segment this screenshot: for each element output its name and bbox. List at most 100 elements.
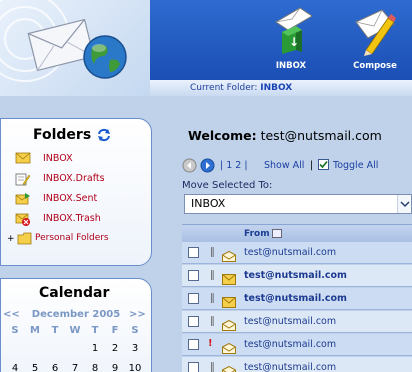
- separator: |: [310, 160, 314, 171]
- folder-icon: [17, 232, 32, 245]
- current-folder-value: INBOX: [260, 83, 293, 93]
- prev-page-icon[interactable]: [182, 158, 197, 173]
- calendar-day[interactable]: 4: [5, 363, 25, 372]
- weekday: S: [11, 325, 19, 336]
- message-row[interactable]: ∥ test@nutsmail.com: [182, 265, 412, 287]
- unread-envelope-icon: [222, 293, 236, 312]
- show-all-link[interactable]: Show All: [264, 160, 304, 171]
- header-toolbar: ↓ INBOX Compose: [150, 0, 412, 80]
- app-header: ↓ INBOX Compose Current Folder: INBOX: [0, 0, 412, 96]
- refresh-icon[interactable]: [97, 128, 111, 142]
- logo: [0, 0, 150, 96]
- calendar-day[interactable]: 8: [85, 363, 105, 372]
- calendar-day[interactable]: 2: [105, 343, 125, 354]
- toggle-all-link[interactable]: Toggle All: [333, 160, 378, 171]
- folder-label: INBOX.Sent: [43, 193, 98, 204]
- prev-month-button[interactable]: <<: [3, 309, 20, 320]
- weekday: S: [131, 325, 139, 336]
- attachment-icon: ∥: [210, 247, 215, 258]
- calendar-month-bar: << December 2005 >>: [1, 309, 151, 320]
- weekday: T: [91, 325, 99, 336]
- inbox-icon: ↓: [275, 7, 313, 54]
- message-sender[interactable]: test@nutsmail.com: [244, 247, 336, 258]
- folders-panel: Folders INBOX INBOX.Drafts INBOX.Sent IN…: [0, 118, 152, 266]
- welcome-user: test@nutsmail.com: [260, 128, 382, 143]
- from-column-header[interactable]: From: [244, 229, 270, 239]
- read-envelope-icon: [222, 316, 236, 335]
- attachment-icon: ∥: [210, 270, 215, 281]
- message-checkbox[interactable]: [188, 293, 199, 304]
- current-folder-bar: Current Folder: INBOX: [150, 80, 412, 96]
- unread-envelope-icon: [222, 270, 236, 289]
- message-checkbox[interactable]: [188, 339, 199, 350]
- message-sender[interactable]: test@nutsmail.com: [244, 293, 347, 304]
- priority-icon: !: [208, 338, 213, 349]
- calendar-month: December 2005: [31, 309, 121, 320]
- attachment-icon: ∥: [210, 293, 215, 304]
- envelope-icon: [15, 152, 31, 164]
- attachment-icon: ∥: [210, 316, 215, 327]
- next-page-icon[interactable]: [200, 158, 215, 173]
- calendar-panel: Calendar << December 2005 >> S M T W T F…: [0, 278, 152, 372]
- compose-icon: [355, 9, 396, 56]
- move-folder-value: INBOX: [191, 197, 226, 210]
- calendar-day[interactable]: 3: [125, 343, 145, 354]
- message-checkbox[interactable]: [188, 362, 199, 372]
- page-links[interactable]: | 1 2 |: [220, 160, 248, 171]
- weekday: W: [69, 325, 81, 336]
- message-row[interactable]: ∥ test@nutsmail.com: [182, 311, 412, 333]
- message-sender[interactable]: test@nutsmail.com: [244, 362, 336, 372]
- read-envelope-icon: [222, 362, 236, 372]
- toggle-all-checkbox[interactable]: [318, 159, 329, 170]
- compose-button-label: Compose: [353, 61, 397, 71]
- sort-icon[interactable]: [272, 229, 282, 238]
- compose-button[interactable]: Compose: [340, 6, 410, 76]
- calendar-weekdays: S M T W T F S: [5, 325, 145, 339]
- message-sender[interactable]: test@nutsmail.com: [244, 270, 347, 281]
- sent-icon: [15, 193, 30, 205]
- message-row[interactable]: ∥ test@nutsmail.com: [182, 357, 412, 372]
- drafts-icon: [15, 173, 31, 186]
- globe-icon: [83, 35, 127, 79]
- expand-icon[interactable]: +: [7, 234, 15, 244]
- table-header: From: [182, 224, 412, 242]
- check-icon: [319, 160, 328, 169]
- message-sender[interactable]: test@nutsmail.com: [244, 316, 336, 327]
- attachment-icon: ∥: [210, 362, 215, 372]
- folder-label: INBOX.Trash: [43, 213, 101, 224]
- message-checkbox[interactable]: [188, 247, 199, 258]
- message-row[interactable]: ! test@nutsmail.com: [182, 334, 412, 356]
- inbox-button-label: INBOX: [275, 61, 307, 71]
- move-folder-select[interactable]: INBOX: [184, 194, 412, 214]
- folders-title: Folders: [33, 127, 92, 143]
- message-checkbox[interactable]: [188, 270, 199, 281]
- read-envelope-icon: [222, 247, 236, 266]
- message-row[interactable]: ∥ test@nutsmail.com: [182, 242, 412, 264]
- calendar-week: 1 2 3: [5, 343, 145, 357]
- folder-label: INBOX.Drafts: [43, 173, 105, 184]
- message-row[interactable]: ∥ test@nutsmail.com: [182, 288, 412, 310]
- weekday: M: [30, 325, 40, 336]
- welcome-label: Welcome:: [188, 128, 257, 143]
- welcome-text: Welcome: test@nutsmail.com: [188, 128, 382, 143]
- trash-icon: [15, 213, 30, 226]
- next-month-button[interactable]: >>: [129, 309, 146, 320]
- svg-text:↓: ↓: [289, 35, 299, 49]
- calendar-day[interactable]: 5: [25, 363, 45, 372]
- calendar-day[interactable]: 7: [65, 363, 85, 372]
- calendar-day[interactable]: 1: [85, 343, 105, 354]
- main-content: Welcome: test@nutsmail.com | 1 2 | Show …: [152, 96, 412, 372]
- calendar-day[interactable]: 6: [45, 363, 65, 372]
- calendar-week: 4 5 6 7 8 9 10: [5, 363, 145, 372]
- folder-label: INBOX: [43, 153, 73, 164]
- read-envelope-icon: [222, 339, 236, 358]
- calendar-title: Calendar: [39, 285, 110, 301]
- weekday: T: [51, 325, 59, 336]
- message-checkbox[interactable]: [188, 316, 199, 327]
- message-sender[interactable]: test@nutsmail.com: [244, 339, 336, 350]
- move-selected-label: Move Selected To:: [182, 180, 273, 191]
- folder-label: Personal Folders: [35, 233, 109, 243]
- inbox-button[interactable]: ↓ INBOX: [256, 6, 326, 76]
- calendar-day[interactable]: 10: [125, 363, 145, 372]
- calendar-day[interactable]: 9: [105, 363, 125, 372]
